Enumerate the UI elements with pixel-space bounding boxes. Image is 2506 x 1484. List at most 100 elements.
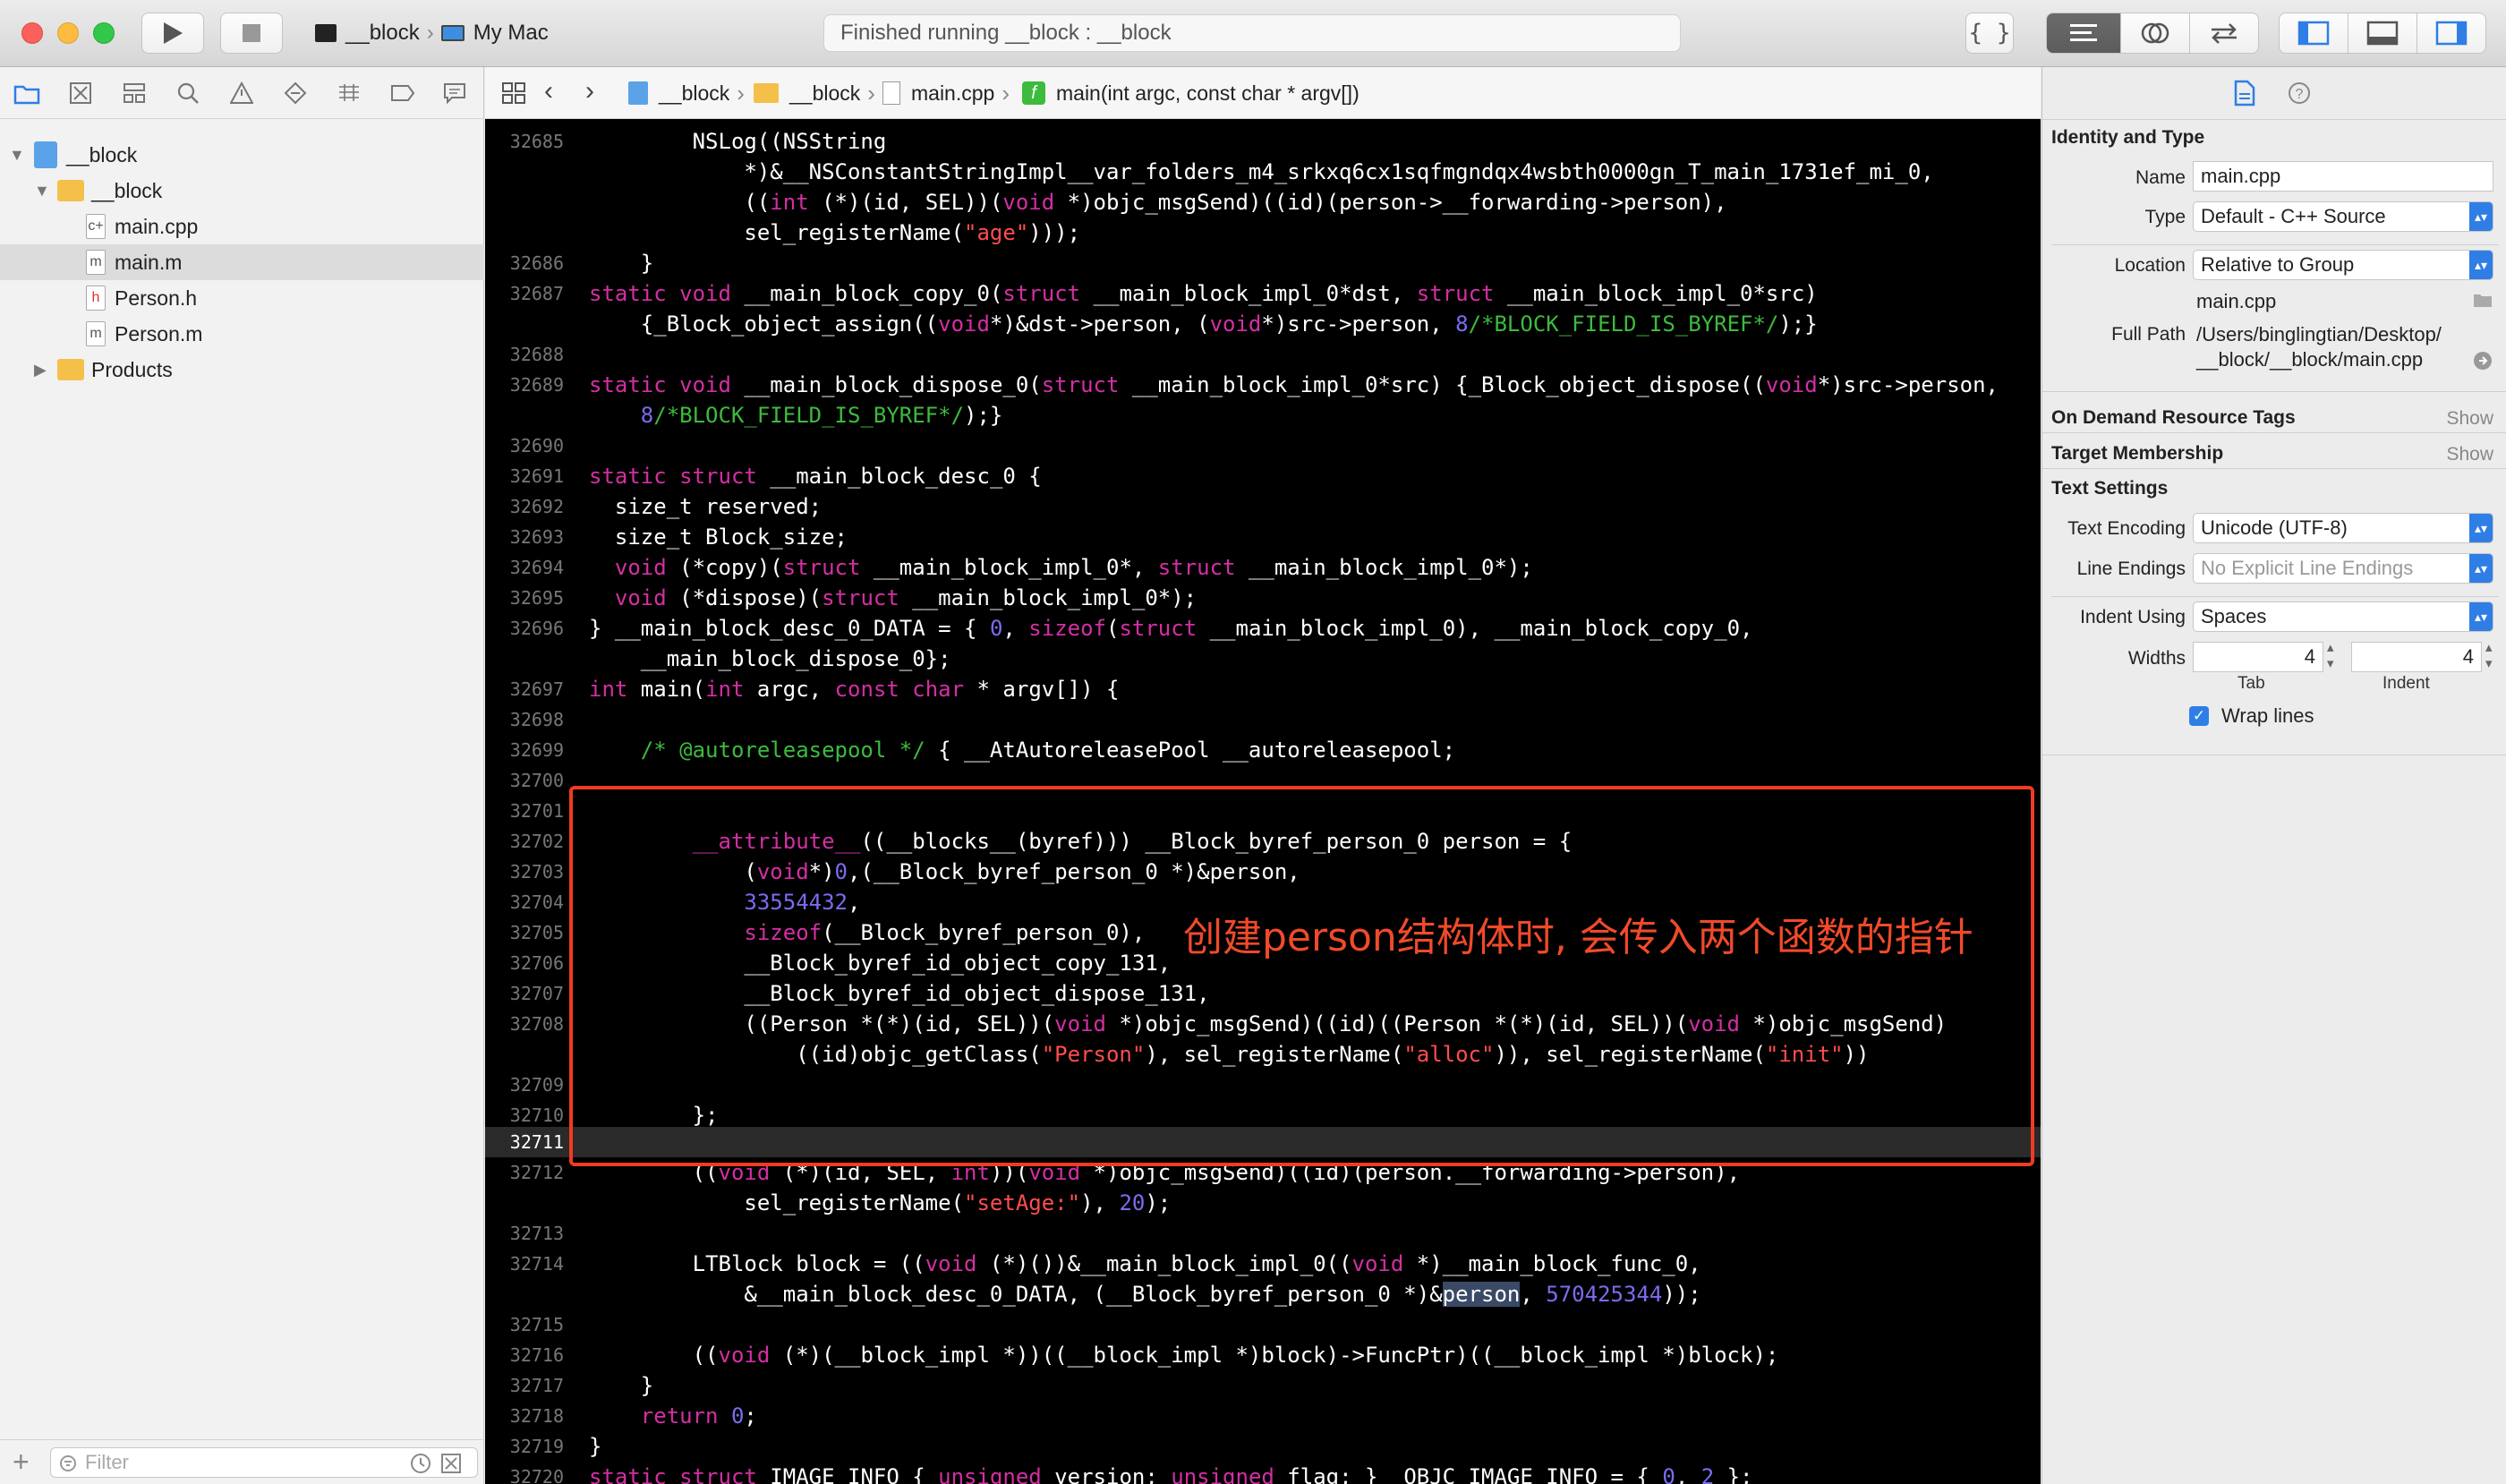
report-icon[interactable]	[440, 79, 469, 107]
scheme-device: My Mac	[473, 21, 549, 45]
type-label: Type	[2144, 207, 2186, 227]
disclosure-open-icon[interactable]: ▼	[34, 182, 50, 200]
line-number: 32718	[509, 1405, 564, 1427]
indent-width-stepper[interactable]: ▴ ▾	[2485, 640, 2493, 672]
version-editor-button[interactable]	[2189, 13, 2259, 54]
scm-filter-icon[interactable]	[440, 1453, 462, 1474]
code-line: 32691 static struct __main_block_desc_0 {	[485, 461, 2041, 491]
help-icon[interactable]: ?	[2288, 81, 2311, 105]
breadcrumb-group[interactable]: __block ›	[754, 80, 875, 107]
test-icon[interactable]	[281, 79, 310, 107]
wrap-lines-checkbox[interactable]: ✓	[2189, 706, 2209, 726]
tab-width-field[interactable]: 4	[2193, 642, 2323, 672]
library-button[interactable]: { }	[1965, 13, 2014, 54]
code-line: 32698	[485, 704, 2041, 735]
chevron-up-down-icon: ▴▾	[2469, 554, 2493, 583]
disclosure-closed-icon[interactable]: ▶	[34, 361, 47, 380]
back-icon[interactable]: ‹	[544, 76, 553, 107]
show-target-membership[interactable]: Show	[2446, 444, 2493, 465]
add-icon[interactable]: +	[13, 1446, 30, 1479]
code-line: sel_registerName("setAge:"), 20);	[485, 1188, 2041, 1218]
search-icon[interactable]	[174, 79, 202, 107]
code-line: 32685 NSLog((NSString	[485, 126, 2041, 157]
source-control-icon[interactable]	[66, 79, 95, 107]
tree-item-person-h[interactable]: h Person.h	[0, 280, 484, 316]
tree-item-main-cpp[interactable]: c+ main.cpp	[0, 209, 484, 244]
tree-item-project[interactable]: ▼ __block	[0, 137, 484, 173]
file-inspector-icon[interactable]	[2234, 80, 2255, 107]
code-line: 32718 return 0;	[485, 1401, 2041, 1431]
widths-label: Widths	[2127, 648, 2186, 669]
section-target-membership: Target Membership	[2051, 443, 2224, 464]
indent-width-field[interactable]: 4	[2351, 642, 2482, 672]
indent-using-popup[interactable]: Spaces ▴▾	[2193, 601, 2493, 632]
run-button[interactable]	[141, 13, 204, 54]
line-number: 32692	[509, 496, 564, 517]
line-number: 32719	[509, 1436, 564, 1457]
line-number: 32712	[509, 1162, 564, 1183]
location-popup[interactable]: Relative to Group ▴▾	[2193, 250, 2493, 280]
symbol-icon[interactable]	[120, 79, 149, 107]
toggle-debug-area-button[interactable]	[2348, 13, 2417, 54]
navigator-selector-bar	[0, 67, 484, 119]
standard-editor-button[interactable]	[2046, 13, 2121, 54]
tab-width-stepper[interactable]: ▴ ▾	[2327, 640, 2334, 672]
activity-viewer: Finished running __block : __block	[823, 14, 1681, 52]
toolbar: __block › My Mac Finished running __bloc…	[0, 0, 2506, 67]
code-line: 32719}	[485, 1431, 2041, 1462]
minimize-window-button[interactable]	[57, 22, 79, 44]
reveal-arrow-icon[interactable]	[2472, 350, 2493, 371]
code-line: 32696} __main_block_desc_0_DATA = { 0, s…	[485, 613, 2041, 644]
location-value: Relative to Group	[2201, 253, 2355, 276]
disclosure-open-icon[interactable]: ▼	[9, 146, 25, 165]
tree-item-person-m[interactable]: m Person.m	[0, 316, 484, 352]
show-on-demand-tags[interactable]: Show	[2446, 408, 2493, 430]
related-items-icon[interactable]	[501, 81, 526, 105]
code-text: int main(int argc, const char * argv[]) …	[589, 677, 1120, 702]
debug-icon[interactable]	[335, 79, 363, 107]
forward-icon[interactable]: ›	[585, 76, 594, 107]
code-line: ((int (*)(id, SEL))(void *)objc_msgSend)…	[485, 187, 2041, 217]
toggle-utilities-button[interactable]	[2416, 13, 2486, 54]
zoom-window-button[interactable]	[93, 22, 115, 44]
folder-icon[interactable]	[2472, 291, 2493, 309]
line-number: 32713	[509, 1223, 564, 1244]
tree-item-label: main.cpp	[115, 214, 199, 238]
mac-icon	[440, 25, 465, 41]
breadcrumb-file[interactable]: main.cpp ›	[882, 80, 1010, 107]
warning-icon[interactable]	[227, 79, 256, 107]
breadcrumb-project[interactable]: __block ›	[628, 80, 745, 107]
line-number: 32685	[509, 131, 564, 152]
line-endings-popup[interactable]: No Explicit Line Endings ▴▾	[2193, 553, 2493, 584]
header-file-icon: h	[86, 286, 106, 311]
folder-icon[interactable]	[13, 79, 41, 107]
breakpoint-icon[interactable]	[388, 79, 417, 107]
tree-item-main-m[interactable]: m main.m	[0, 244, 484, 280]
tree-item-label: __block	[66, 142, 138, 166]
breadcrumb-label: __block	[789, 81, 861, 105]
breadcrumb-symbol[interactable]: f main(int argc, const char * argv[])	[1022, 80, 1360, 107]
stop-button[interactable]	[220, 13, 283, 54]
target-icon	[315, 24, 337, 42]
close-window-button[interactable]	[21, 22, 43, 44]
filter-placeholder: Filter	[85, 1451, 129, 1473]
scheme-selector[interactable]: __block › My Mac	[303, 13, 562, 54]
version-arrows-icon	[2212, 23, 2237, 44]
line-number: 32698	[509, 709, 564, 730]
tree-item-products[interactable]: ▶ Products	[0, 352, 484, 388]
line-number: 32699	[509, 739, 564, 761]
type-popup[interactable]: Default - C++ Source ▴▾	[2193, 201, 2493, 232]
recent-files-icon[interactable]	[410, 1453, 431, 1474]
name-field[interactable]: main.cpp	[2193, 161, 2493, 192]
code-line: 32686 }	[485, 248, 2041, 278]
toggle-navigator-button[interactable]	[2279, 13, 2348, 54]
text-encoding-popup[interactable]: Unicode (UTF-8) ▴▾	[2193, 513, 2493, 543]
code-line: &__main_block_desc_0_DATA, (__Block_byre…	[485, 1279, 2041, 1309]
xcode-project-icon	[34, 141, 57, 168]
tree-item-group[interactable]: ▼ __block	[0, 173, 484, 209]
source-editor[interactable]: 32685 NSLog((NSString *)&__NSConstantStr…	[485, 119, 2041, 1484]
assistant-editor-button[interactable]	[2120, 13, 2190, 54]
code-text: LTBlock block = ((void (*)())&__main_blo…	[589, 1251, 1701, 1276]
braces-icon: { }	[1968, 20, 2011, 47]
right-panel-icon	[2435, 21, 2468, 46]
